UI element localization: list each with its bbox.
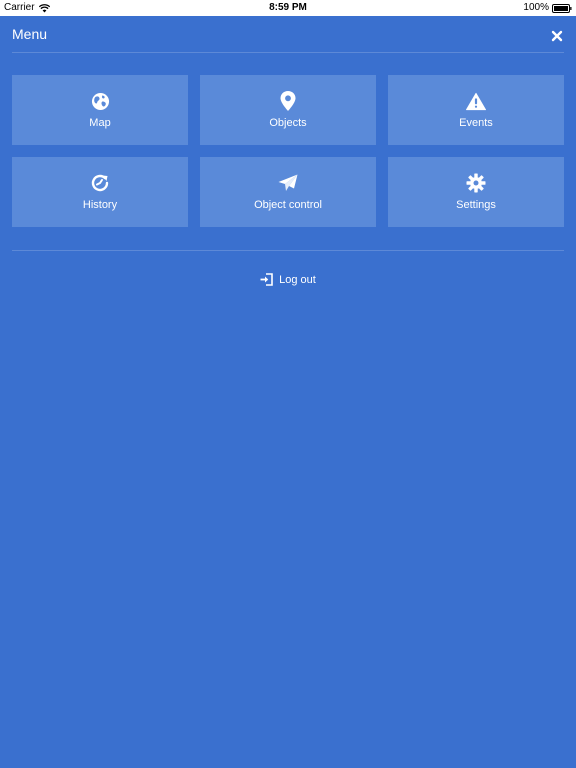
tile-label: Map (89, 117, 111, 129)
battery-percent: 100% (523, 2, 549, 13)
tile-object-control[interactable]: Object control (200, 157, 376, 227)
tile-label: Events (459, 117, 493, 129)
warning-icon (466, 91, 486, 111)
history-icon (90, 173, 110, 193)
menu-grid: Map Objects Events History Object contro… (12, 75, 565, 227)
tile-label: Settings (456, 199, 496, 211)
tile-events[interactable]: Events (388, 75, 564, 145)
close-icon (551, 30, 563, 42)
grid-divider (12, 250, 564, 251)
logout-label: Log out (279, 273, 316, 286)
tile-objects[interactable]: Objects (200, 75, 376, 145)
menu-header: Menu (0, 16, 576, 52)
status-time: 8:59 PM (269, 2, 307, 13)
tile-label: Object control (254, 199, 322, 211)
tile-settings[interactable]: Settings (388, 157, 564, 227)
tile-map[interactable]: Map (12, 75, 188, 145)
status-bar: Carrier 8:59 PM 100% (0, 0, 576, 16)
logout-button[interactable]: Log out (0, 273, 576, 286)
map-pin-icon (278, 91, 298, 111)
logout-icon (260, 273, 273, 286)
header-divider (12, 52, 564, 53)
close-button[interactable] (550, 29, 564, 43)
globe-icon (90, 91, 110, 111)
gear-icon (466, 173, 486, 193)
tile-history[interactable]: History (12, 157, 188, 227)
status-right: 100% (523, 0, 572, 16)
tile-label: Objects (269, 117, 307, 129)
tile-label: History (82, 199, 118, 211)
page-title: Menu (12, 26, 48, 42)
battery-icon (552, 3, 572, 13)
paper-plane-icon (278, 173, 298, 193)
